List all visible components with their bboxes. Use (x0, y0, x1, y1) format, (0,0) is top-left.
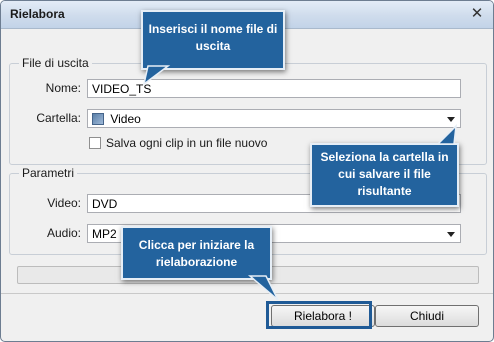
callout-name: Inserisci il nome file di uscita (141, 10, 285, 70)
folder-icon (92, 113, 104, 125)
callout-start: Clicca per iniziare la rielaborazione (121, 226, 272, 280)
folder-label: Cartella: (36, 111, 81, 125)
chevron-down-icon[interactable] (447, 117, 455, 122)
folder-select-value: Video (110, 112, 141, 126)
callout-name-pointer (142, 65, 171, 86)
callout-folder-pointer (436, 123, 457, 145)
window-title: Rielabora (10, 7, 65, 21)
parameters-group-title: Parametri (19, 166, 78, 180)
chevron-down-icon[interactable] (447, 232, 455, 237)
audio-select-value: MP2 (92, 227, 117, 241)
button-highlight-frame (266, 301, 372, 329)
footer-divider (1, 293, 493, 294)
folder-select[interactable]: Video (87, 109, 461, 128)
name-label: Nome: (45, 81, 81, 95)
callout-folder: Seleziona la cartella in cui salvare il … (310, 143, 459, 207)
save-each-clip-label[interactable]: Salva ogni clip in un file nuovo (106, 136, 267, 150)
callout-start-pointer (247, 275, 279, 301)
video-label: Video: (47, 196, 81, 210)
close-icon[interactable]: ✕ (469, 6, 485, 22)
audio-label: Audio: (46, 226, 81, 240)
video-select-value: DVD (92, 197, 118, 211)
save-each-clip-checkbox[interactable] (89, 137, 101, 149)
output-group-title: File di uscita (19, 56, 92, 70)
chiudi-button[interactable]: Chiudi (375, 305, 479, 327)
